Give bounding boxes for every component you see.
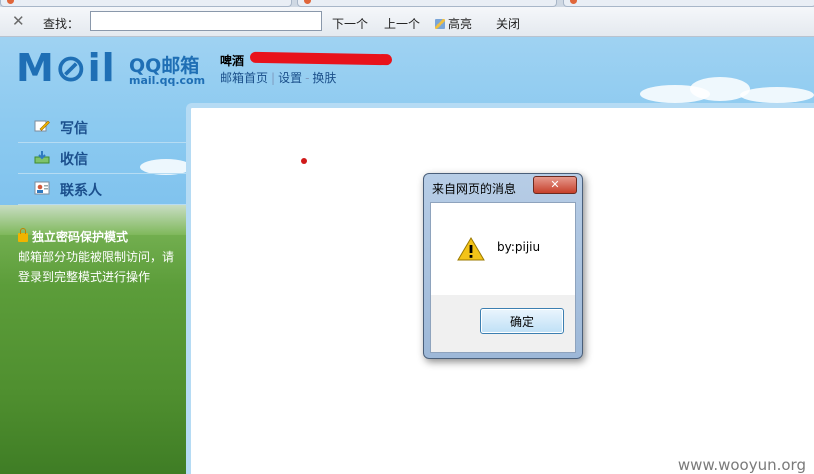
highlight-button[interactable]: 高亮: [435, 15, 472, 32]
compose-icon: [34, 120, 50, 132]
find-next-button[interactable]: 下一个: [332, 15, 368, 32]
dialog-message-area: by:pijiu: [431, 203, 575, 295]
link-separator: |: [271, 71, 276, 85]
find-bar: ✕ 查找： 下一个 上一个 高亮 关闭: [0, 7, 814, 37]
secure-mode-notice: 独立密码保护模式 邮箱部分功能被限制访问，请登录到完整模式进行操作: [18, 227, 183, 287]
dialog-close-button[interactable]: ✕: [533, 176, 577, 194]
cloud: [740, 87, 814, 103]
find-input[interactable]: [90, 11, 322, 31]
sidebar-item-label: 写信: [60, 121, 88, 137]
link-mail-home[interactable]: 邮箱首页: [220, 71, 268, 85]
tab-favicon-icon: [304, 0, 311, 4]
inbox-icon: [34, 151, 50, 164]
dialog-title: 来自网页的消息: [432, 182, 517, 196]
secure-mode-text: 邮箱部分功能被限制访问，请登录到完整模式进行操作: [18, 250, 175, 284]
alert-dialog: 来自网页的消息 ✕ by:pijiu 确定: [423, 173, 583, 359]
close-icon[interactable]: ✕: [12, 12, 25, 30]
highlight-label: 高亮: [448, 17, 473, 31]
sidebar-item-label: 联系人: [60, 183, 102, 199]
secure-mode-title: 独立密码保护模式: [32, 230, 129, 244]
dialog-message: by:pijiu: [497, 240, 541, 254]
link-separator: -: [305, 71, 310, 85]
red-dot-marker: [301, 158, 307, 164]
browser-tab[interactable]: [297, 0, 557, 7]
sidebar-nav: 写信 收信 联系人: [18, 112, 186, 205]
sidebar-item-contacts[interactable]: 联系人: [18, 174, 186, 205]
tab-favicon-icon: [7, 0, 14, 4]
warning-icon: [457, 237, 485, 261]
browser-tabstrip: [0, 0, 814, 7]
link-skin[interactable]: 换肤: [312, 71, 336, 85]
tab-favicon-icon: [570, 0, 577, 4]
sidebar-item-label: 收信: [60, 152, 88, 168]
browser-tab[interactable]: [563, 0, 814, 7]
ok-button[interactable]: 确定: [480, 308, 564, 334]
header-links: 邮箱首页 | 设置 - 换肤: [220, 69, 336, 86]
contacts-icon: [34, 181, 50, 195]
sidebar-item-inbox[interactable]: 收信: [18, 143, 186, 174]
logo-domain: mail.qq.com: [129, 74, 206, 87]
sidebar-item-compose[interactable]: 写信: [18, 112, 186, 143]
link-settings[interactable]: 设置: [278, 71, 302, 85]
logo-mark: M⊘il: [16, 46, 116, 90]
find-close-button[interactable]: 关闭: [496, 15, 520, 32]
watermark: www.wooyun.org: [677, 456, 806, 474]
browser-tab[interactable]: [0, 0, 292, 7]
dialog-body: by:pijiu 确定: [430, 202, 576, 353]
qqmail-logo[interactable]: M⊘il QQ邮箱 mail.qq.com: [16, 46, 205, 90]
lock-icon: [18, 228, 28, 242]
find-prev-button[interactable]: 上一个: [384, 15, 420, 32]
highlighter-icon: [435, 19, 445, 29]
user-name: 啤酒: [220, 54, 245, 68]
find-label: 查找：: [43, 17, 80, 31]
